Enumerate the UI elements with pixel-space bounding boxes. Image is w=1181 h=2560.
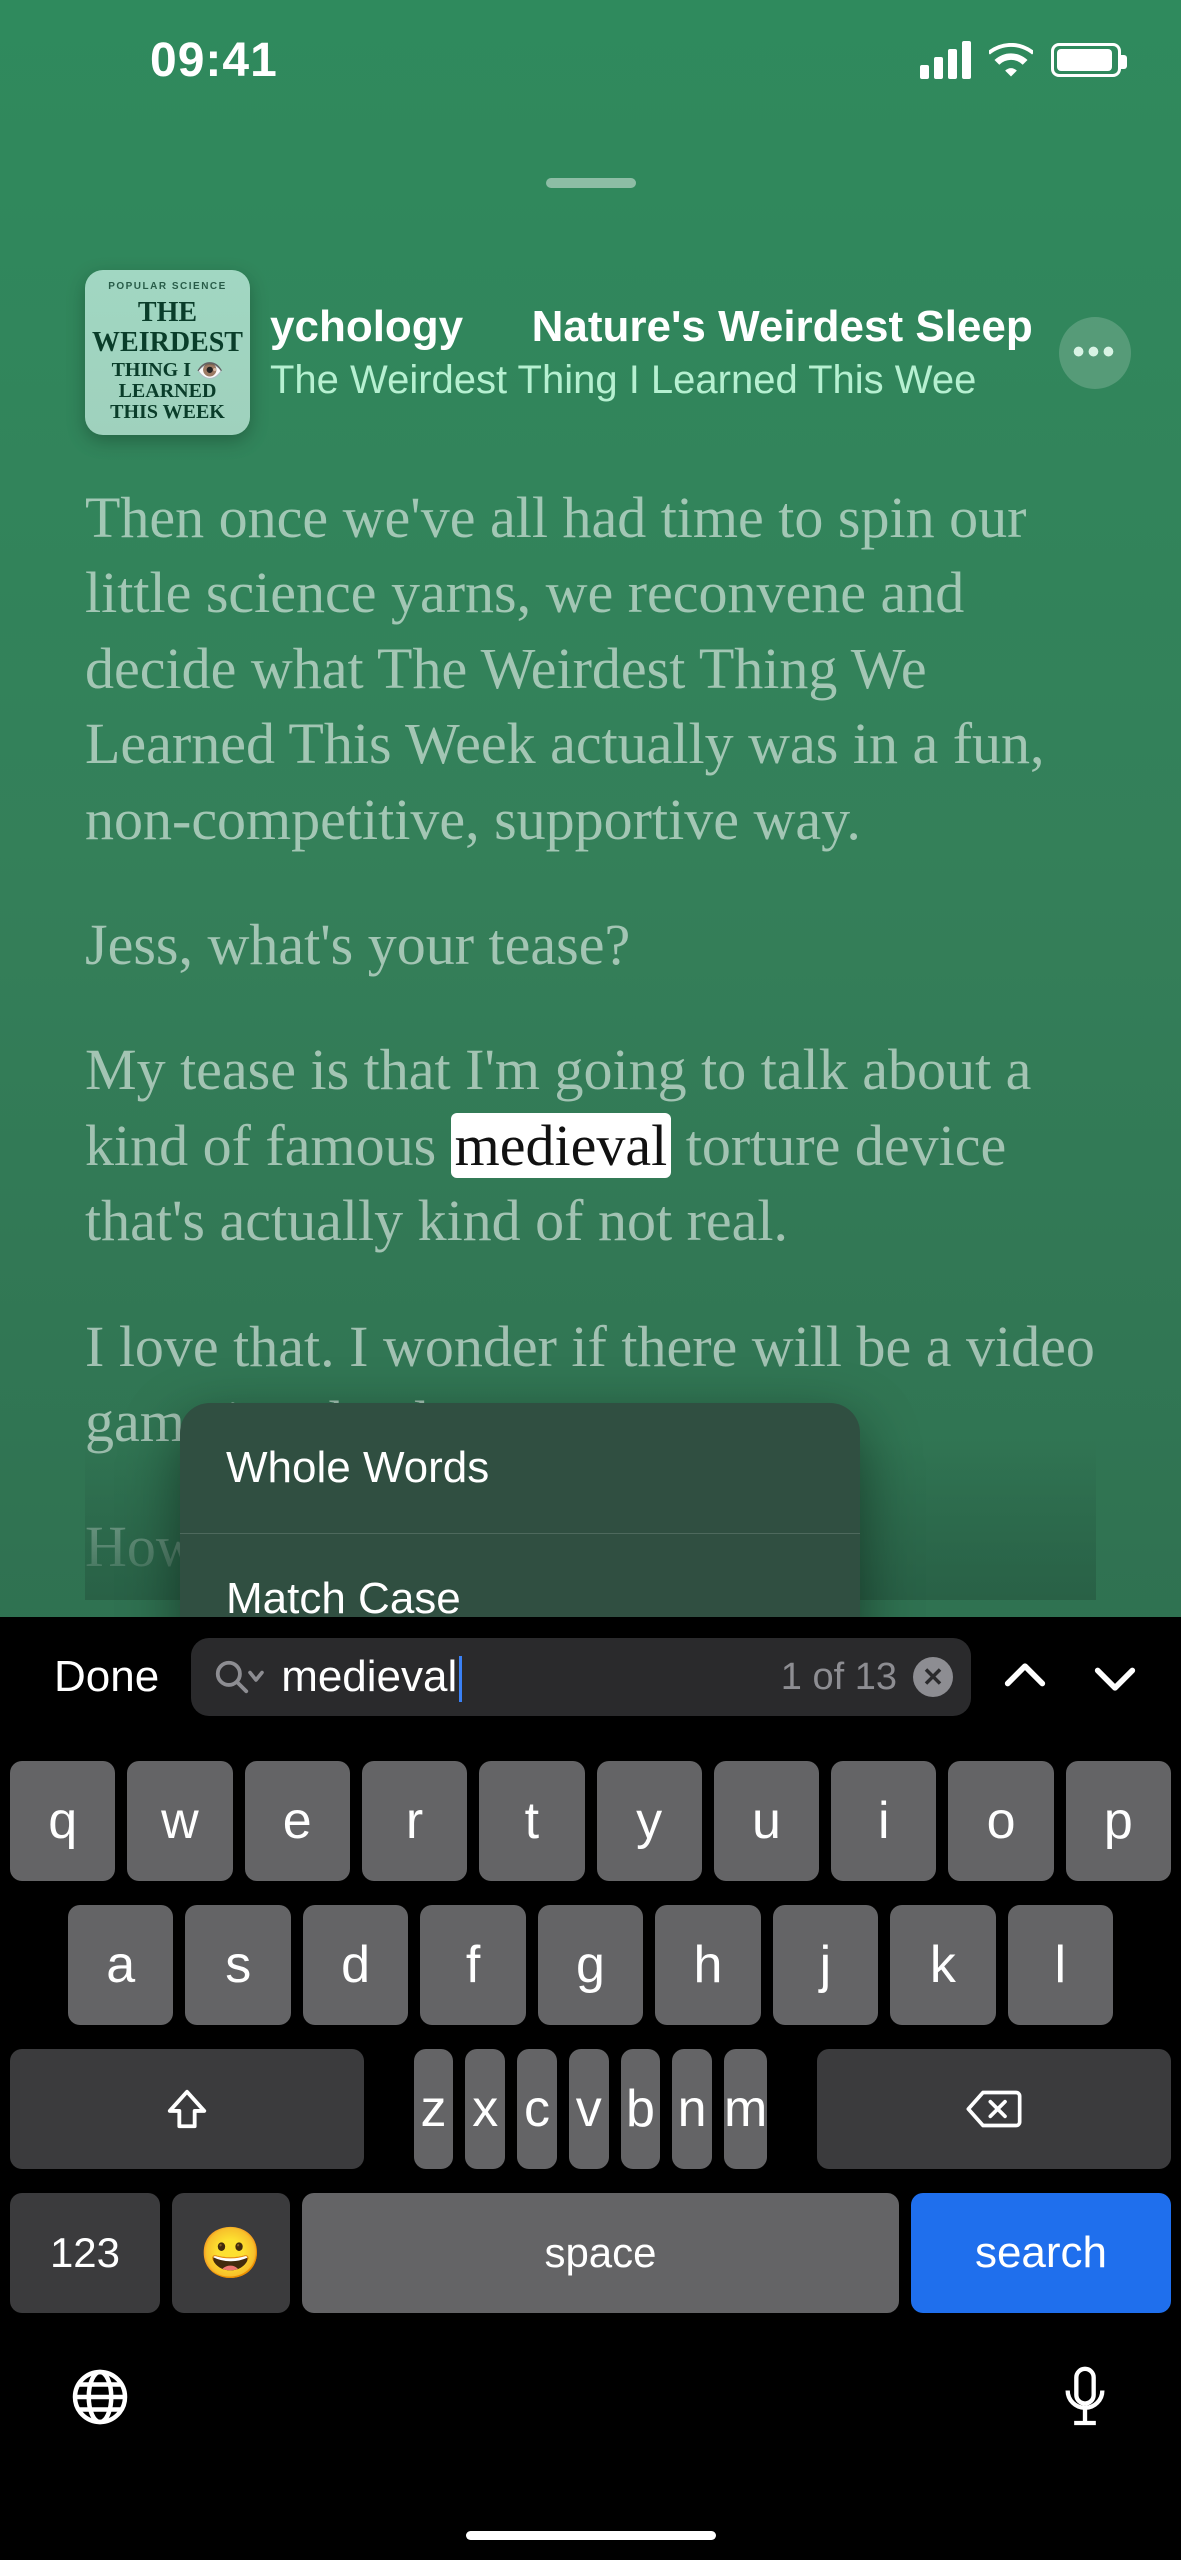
now-playing-header: POPULAR SCIENCE THE WEIRDEST THING I 👁️ … xyxy=(85,270,1131,435)
key-r[interactable]: r xyxy=(362,1761,467,1881)
status-bar: 09:41 xyxy=(0,0,1181,120)
artwork-overline: POPULAR SCIENCE xyxy=(108,282,227,293)
home-indicator[interactable] xyxy=(466,2531,716,2540)
globe-key[interactable] xyxy=(70,2367,130,2427)
key-b[interactable]: b xyxy=(621,2049,661,2169)
key-h[interactable]: h xyxy=(655,1905,760,2025)
backspace-key[interactable] xyxy=(817,2049,1171,2169)
search-icon[interactable] xyxy=(213,1658,265,1696)
keyboard: qwertyuiop asdfghjkl zxcvbnm 123 😀 space… xyxy=(0,1737,1181,2560)
key-t[interactable]: t xyxy=(479,1761,584,1881)
key-v[interactable]: v xyxy=(569,2049,609,2169)
key-l[interactable]: l xyxy=(1008,1905,1113,2025)
podcast-artwork[interactable]: POPULAR SCIENCE THE WEIRDEST THING I 👁️ … xyxy=(85,270,250,435)
key-n[interactable]: n xyxy=(672,2049,712,2169)
artwork-line: LEARNED xyxy=(119,381,217,402)
key-f[interactable]: f xyxy=(420,1905,525,2025)
key-u[interactable]: u xyxy=(714,1761,819,1881)
battery-icon xyxy=(1051,43,1121,77)
key-q[interactable]: q xyxy=(10,1761,115,1881)
find-bar: Done medieval 1 of 13 ✕ xyxy=(0,1617,1181,1737)
prev-result-button[interactable] xyxy=(989,1651,1061,1703)
artwork-line: WEIRDEST xyxy=(92,328,243,357)
key-x[interactable]: x xyxy=(465,2049,505,2169)
key-z[interactable]: z xyxy=(414,2049,454,2169)
artwork-line: THE xyxy=(138,298,197,327)
emoji-key[interactable]: 😀 xyxy=(172,2193,290,2313)
text-caret xyxy=(459,1656,462,1702)
wifi-icon xyxy=(989,43,1033,77)
keyboard-row: 123 😀 space search xyxy=(10,2193,1171,2313)
clear-button[interactable]: ✕ xyxy=(913,1657,953,1697)
key-w[interactable]: w xyxy=(127,1761,232,1881)
key-d[interactable]: d xyxy=(303,1905,408,2025)
key-o[interactable]: o xyxy=(948,1761,1053,1881)
key-e[interactable]: e xyxy=(245,1761,350,1881)
key-s[interactable]: s xyxy=(185,1905,290,2025)
space-key[interactable]: space xyxy=(302,2193,899,2313)
keyboard-row: qwertyuiop xyxy=(10,1761,1171,1881)
show-title: The Weirdest Thing I Learned This Wee xyxy=(270,358,1039,403)
result-count: 1 of 13 xyxy=(781,1656,897,1699)
transcript-line[interactable]: Then once we've all had time to spin our… xyxy=(85,480,1096,857)
dictation-key[interactable] xyxy=(1059,2363,1111,2431)
keyboard-row: asdfghjkl xyxy=(10,1905,1171,2025)
key-c[interactable]: c xyxy=(517,2049,557,2169)
shift-key[interactable] xyxy=(10,2049,364,2169)
search-input[interactable]: medieval xyxy=(281,1652,765,1702)
status-indicators xyxy=(920,41,1121,79)
episode-title: ychology Nature's Weirdest Sleep xyxy=(270,302,1033,352)
key-i[interactable]: i xyxy=(831,1761,936,1881)
search-highlight[interactable]: medieval xyxy=(451,1113,672,1178)
sheet-handle[interactable] xyxy=(546,178,636,188)
cellular-icon xyxy=(920,41,971,79)
more-button[interactable] xyxy=(1059,317,1131,389)
numbers-key[interactable]: 123 xyxy=(10,2193,160,2313)
done-button[interactable]: Done xyxy=(40,1652,173,1702)
artwork-line: THING I xyxy=(112,359,191,381)
keyboard-bottom xyxy=(10,2337,1171,2431)
artwork-line: THIS WEEK xyxy=(110,402,225,423)
keyboard-row: zxcvbnm xyxy=(10,2049,1171,2169)
key-a[interactable]: a xyxy=(68,1905,173,2025)
screen: 09:41 POPULAR SCIENCE THE WEIRDEST THING… xyxy=(0,0,1181,2560)
search-field[interactable]: medieval 1 of 13 ✕ xyxy=(191,1638,971,1716)
search-query-text: medieval xyxy=(281,1652,457,1701)
key-j[interactable]: j xyxy=(773,1905,878,2025)
titles[interactable]: ychology Nature's Weirdest Sleep E The W… xyxy=(270,302,1039,403)
key-y[interactable]: y xyxy=(597,1761,702,1881)
search-key[interactable]: search xyxy=(911,2193,1171,2313)
transcript-line[interactable]: Jess, what's your tease? xyxy=(85,907,1096,982)
eye-icon: 👁️ xyxy=(196,358,223,383)
whole-words-option[interactable]: Whole Words xyxy=(180,1403,860,1533)
transcript-line[interactable]: My tease is that I'm going to talk about… xyxy=(85,1032,1096,1258)
key-k[interactable]: k xyxy=(890,1905,995,2025)
key-g[interactable]: g xyxy=(538,1905,643,2025)
key-p[interactable]: p xyxy=(1066,1761,1171,1881)
next-result-button[interactable] xyxy=(1079,1651,1151,1703)
status-time: 09:41 xyxy=(150,33,278,88)
key-m[interactable]: m xyxy=(724,2049,767,2169)
